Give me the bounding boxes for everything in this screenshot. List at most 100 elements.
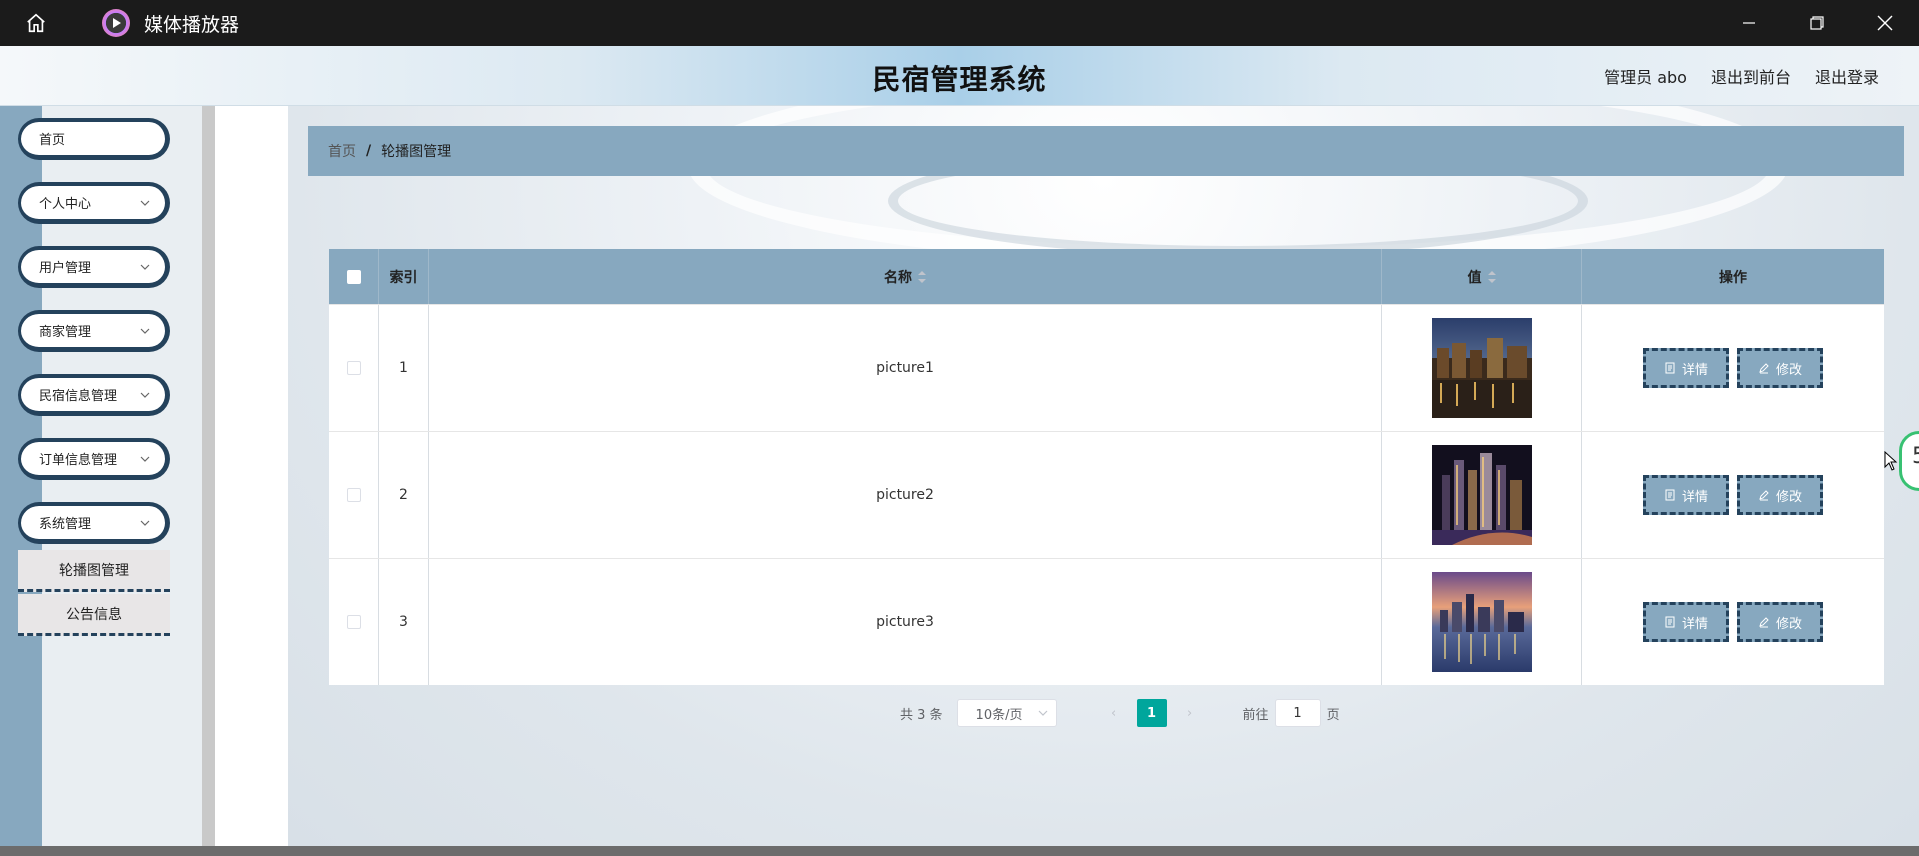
- document-icon: [1665, 362, 1675, 374]
- goto-page-input[interactable]: 1: [1274, 699, 1321, 727]
- sidebar-item-label: 商家管理: [39, 325, 92, 340]
- restore-button[interactable]: [1783, 0, 1851, 46]
- home-icon[interactable]: [22, 9, 50, 37]
- chevron-down-icon: [140, 392, 150, 398]
- column-header-name[interactable]: 名称: [429, 249, 1382, 304]
- page-number-current[interactable]: 1: [1136, 699, 1167, 727]
- pencil-icon: [1759, 617, 1769, 628]
- edit-button-label: 修改: [1775, 489, 1802, 505]
- admin-user-label[interactable]: 管理员 abo: [1604, 64, 1687, 88]
- sidebar-item-homestay-management[interactable]: 民宿信息管理: [18, 374, 170, 416]
- table-row: 3 picture3 详情 修改: [329, 558, 1884, 685]
- app-header: 民宿管理系统 管理员 abo 退出到前台 退出登录: [0, 46, 1919, 106]
- submenu-item-announcements[interactable]: 公告信息: [18, 594, 170, 636]
- sidebar-item-personal-center[interactable]: 个人中心: [18, 182, 170, 224]
- edit-button-label: 修改: [1775, 362, 1802, 378]
- chevron-down-icon: [140, 200, 150, 206]
- mouse-cursor-icon: [1884, 451, 1898, 471]
- row-checkbox[interactable]: [346, 615, 361, 629]
- breadcrumb-separator: /: [366, 143, 372, 159]
- chevron-down-icon: [140, 328, 150, 334]
- breadcrumb-home-link[interactable]: 首页: [328, 141, 356, 161]
- floating-widget-text: 5: [1912, 444, 1919, 469]
- edit-button[interactable]: 修改: [1737, 348, 1823, 388]
- pagination: 共 3 条 10条/页 ‹ 1 › 前往 1 页: [900, 698, 1340, 728]
- table-row: 2 picture2 详情 修改: [329, 431, 1884, 558]
- sidebar-item-label: 系统管理: [39, 517, 92, 532]
- sidebar-item-merchant-management[interactable]: 商家管理: [18, 310, 170, 352]
- column-header-value[interactable]: 值: [1382, 249, 1582, 304]
- detail-button-label: 详情: [1681, 616, 1708, 632]
- row-name: picture2: [429, 432, 1382, 558]
- sidebar-divider: [202, 106, 215, 846]
- row-checkbox[interactable]: [346, 361, 361, 375]
- column-header-index: 索引: [379, 249, 429, 304]
- close-button[interactable]: [1851, 0, 1919, 46]
- sidebar-item-label: 用户管理: [39, 261, 92, 276]
- row-name: picture3: [429, 559, 1382, 685]
- detail-button-label: 详情: [1681, 489, 1708, 505]
- breadcrumb: 首页 / 轮播图管理: [308, 126, 1904, 176]
- page-unit-label: 页: [1326, 707, 1340, 723]
- row-checkbox[interactable]: [346, 488, 361, 502]
- system-management-submenu: 轮播图管理 公告信息: [18, 550, 170, 636]
- bottom-strip: [0, 846, 1919, 856]
- detail-button[interactable]: 详情: [1643, 475, 1729, 515]
- exit-to-front-link[interactable]: 退出到前台: [1711, 64, 1791, 88]
- submenu-item-carousel[interactable]: 轮播图管理: [18, 550, 170, 592]
- pencil-icon: [1759, 363, 1769, 374]
- row-index: 3: [379, 559, 429, 685]
- row-index: 2: [379, 432, 429, 558]
- night-skyline-thumbnail[interactable]: [1431, 445, 1532, 545]
- sidebar-item-label: 订单信息管理: [39, 453, 118, 468]
- detail-button-label: 详情: [1681, 362, 1708, 378]
- sidebar-item-user-management[interactable]: 用户管理: [18, 246, 170, 288]
- sidebar-item-label: 民宿信息管理: [39, 389, 118, 404]
- chevron-down-icon: [140, 264, 150, 270]
- chevron-down-icon: [140, 520, 150, 526]
- breadcrumb-current: 轮播图管理: [381, 144, 452, 160]
- media-player-app-icon: [102, 9, 130, 37]
- minimize-button[interactable]: [1715, 0, 1783, 46]
- prev-page-button[interactable]: ‹: [1103, 706, 1125, 721]
- row-name: picture1: [429, 305, 1382, 431]
- page-size-value: 10条/页: [975, 707, 1023, 723]
- document-icon: [1665, 489, 1675, 501]
- night-canal-city-thumbnail[interactable]: [1431, 318, 1532, 418]
- chevron-down-icon: [1038, 710, 1047, 716]
- select-all-checkbox[interactable]: [346, 269, 361, 284]
- content-gutter: [215, 106, 288, 846]
- window-title: 媒体播放器: [144, 13, 240, 36]
- logout-link[interactable]: 退出登录: [1815, 64, 1879, 88]
- sidebar-item-label: 个人中心: [39, 197, 92, 212]
- table-header: 索引 名称 值 操作: [329, 249, 1884, 304]
- edit-button[interactable]: 修改: [1737, 475, 1823, 515]
- sunset-waterfront-city-thumbnail[interactable]: [1431, 572, 1532, 672]
- sidebar-item-system-management[interactable]: 系统管理: [18, 502, 170, 544]
- floating-assistant-widget[interactable]: 5: [1899, 431, 1919, 491]
- pencil-icon: [1759, 490, 1769, 501]
- table-row: 1 picture1 详情 修改: [329, 304, 1884, 431]
- edit-button[interactable]: 修改: [1737, 602, 1823, 642]
- window-titlebar: 媒体播放器: [0, 0, 1919, 46]
- pagination-total: 共 3 条: [900, 707, 943, 723]
- column-header-name-label: 名称: [884, 269, 912, 286]
- chevron-down-icon: [140, 456, 150, 462]
- detail-button[interactable]: 详情: [1643, 602, 1729, 642]
- sort-icon[interactable]: [918, 270, 926, 283]
- document-icon: [1665, 616, 1675, 628]
- edit-button-label: 修改: [1775, 616, 1802, 632]
- page-size-select[interactable]: 10条/页: [956, 699, 1057, 727]
- carousel-table: 索引 名称 值 操作 1 picture1 详情 修改 2 picture2 详…: [329, 249, 1884, 685]
- row-index: 1: [379, 305, 429, 431]
- sort-icon[interactable]: [1487, 270, 1496, 283]
- sidebar-item-order-management[interactable]: 订单信息管理: [18, 438, 170, 480]
- detail-button[interactable]: 详情: [1643, 348, 1729, 388]
- column-header-value-label: 值: [1467, 269, 1482, 286]
- goto-label: 前往: [1242, 707, 1269, 723]
- side-menu: 首页 个人中心 用户管理 商家管理 民宿信息管理 订单信息管理 系统管理 轮播图…: [18, 118, 172, 636]
- next-page-button[interactable]: ›: [1179, 706, 1201, 721]
- sidebar-item-label: 首页: [39, 133, 66, 148]
- column-header-actions: 操作: [1719, 269, 1747, 286]
- sidebar-item-home[interactable]: 首页: [18, 118, 170, 160]
